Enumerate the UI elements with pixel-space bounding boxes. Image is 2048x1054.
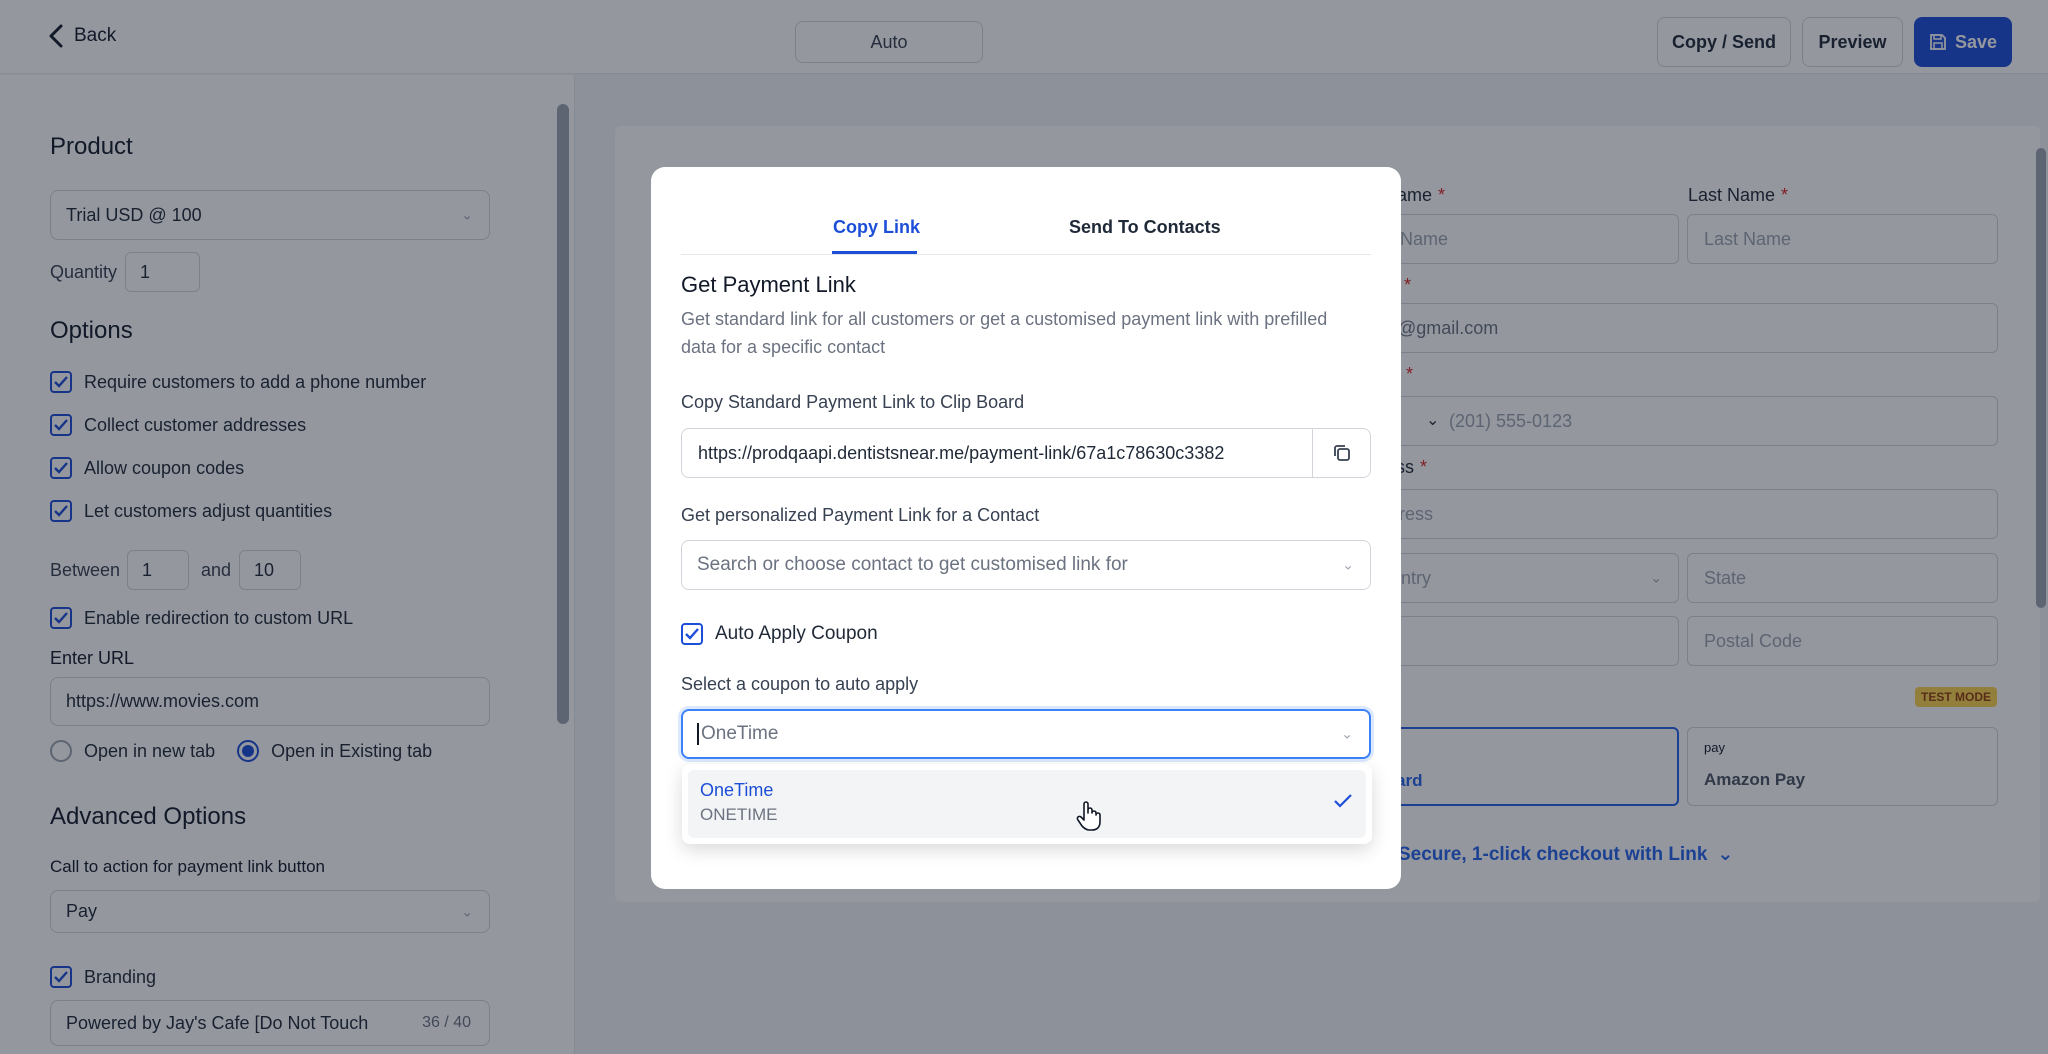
standard-link-field[interactable]: https://prodqaapi.dentistsnear.me/paymen…	[681, 428, 1371, 478]
hand-cursor-icon	[1076, 801, 1101, 831]
coupon-option-code: ONETIME	[700, 805, 778, 824]
coupon-option-name: OneTime	[700, 780, 774, 800]
active-tab-indicator	[832, 251, 917, 254]
chevron-down-icon: ⌄	[1341, 725, 1353, 742]
contact-search-placeholder: Search or choose contact to get customis…	[697, 554, 1128, 575]
copy-link-button[interactable]	[1312, 429, 1370, 477]
standard-link-url: https://prodqaapi.dentistsnear.me/paymen…	[698, 442, 1225, 463]
coupon-select[interactable]: OneTime ⌄	[681, 709, 1371, 759]
modal-description: Get standard link for all customers or g…	[681, 309, 1328, 357]
standard-link-label: Copy Standard Payment Link to Clip Board	[681, 392, 1025, 412]
coupon-dropdown-menu: OneTime ONETIME	[682, 764, 1372, 844]
checkmark-icon	[1334, 794, 1352, 808]
auto-apply-coupon-option[interactable]: Auto Apply Coupon	[681, 623, 878, 645]
auto-apply-coupon-checkbox[interactable]	[681, 623, 703, 645]
auto-apply-coupon-label: Auto Apply Coupon	[715, 623, 878, 644]
tab-divider	[681, 254, 1371, 255]
modal-title: Get Payment Link	[681, 272, 856, 297]
personalized-link-label: Get personalized Payment Link for a Cont…	[681, 505, 1040, 525]
coupon-select-label: Select a coupon to auto apply	[681, 674, 919, 694]
chevron-down-icon: ⌄	[1342, 556, 1354, 573]
tab-send-to-contacts[interactable]: Send To Contacts	[1069, 217, 1221, 238]
tab-copy-link[interactable]: Copy Link	[833, 217, 920, 238]
coupon-select-value: OneTime	[701, 723, 779, 744]
checkmark-icon	[685, 628, 699, 640]
text-caret	[697, 723, 699, 745]
coupon-option-onetime[interactable]: OneTime ONETIME	[688, 770, 1366, 838]
copy-icon	[1333, 445, 1350, 461]
contact-search-select[interactable]: Search or choose contact to get customis…	[681, 540, 1371, 590]
